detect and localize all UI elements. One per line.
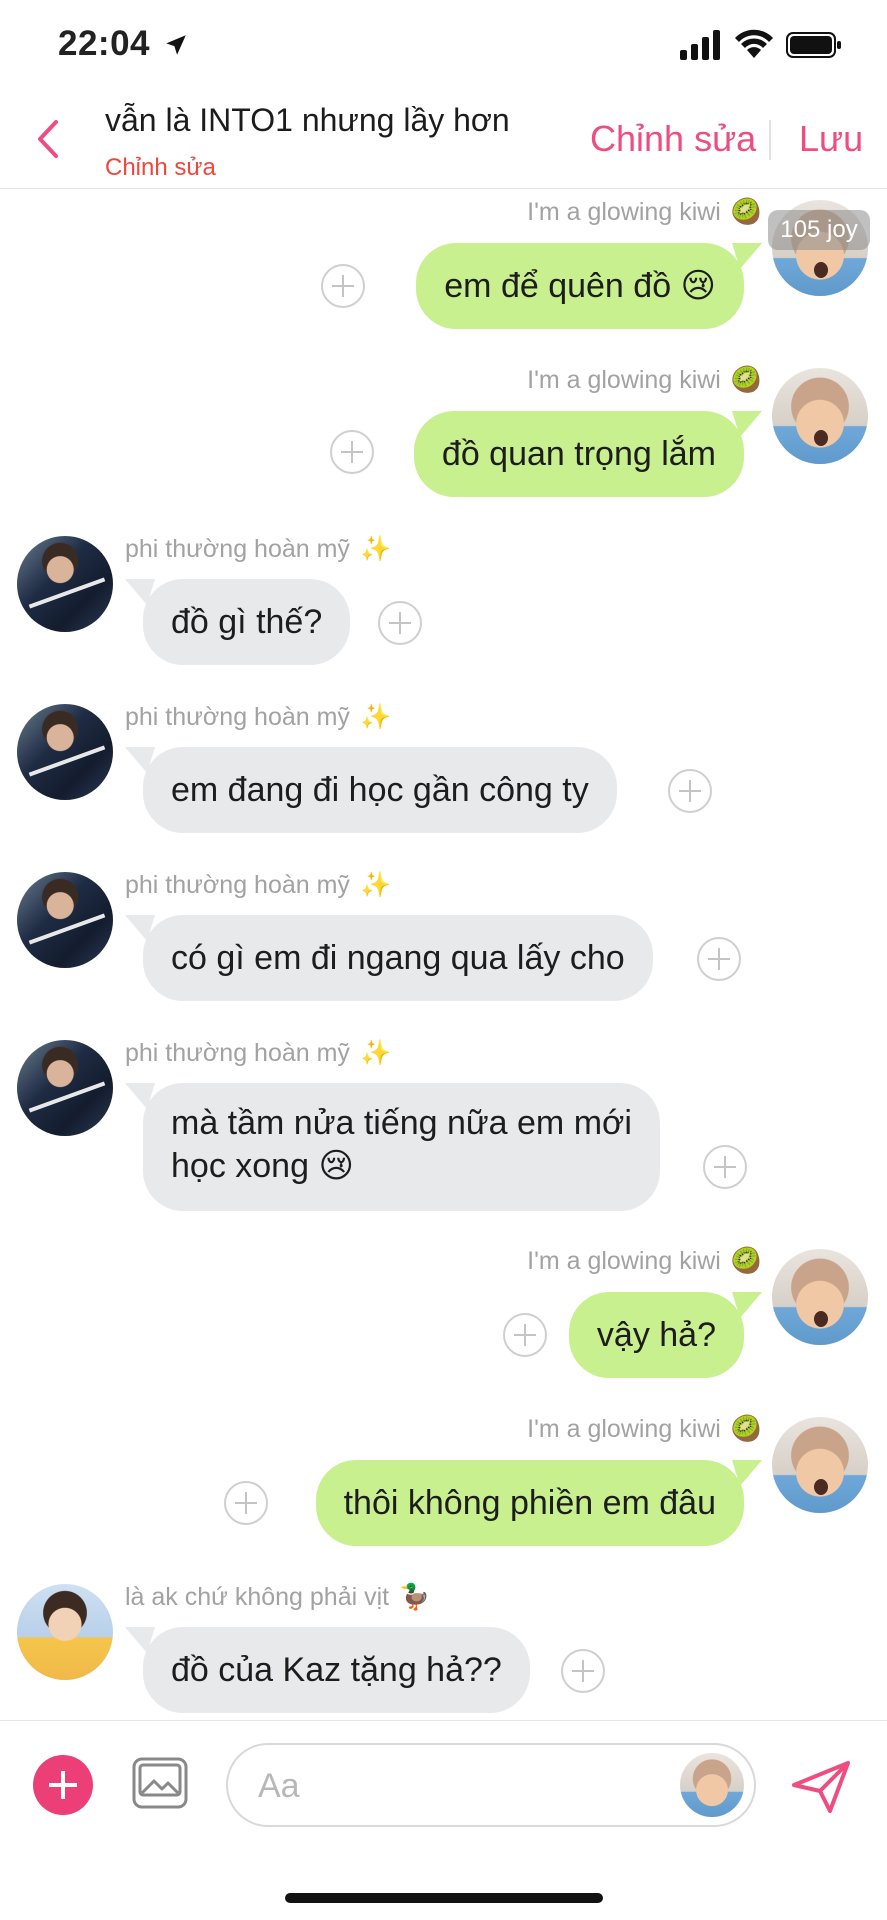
message-bubble[interactable]: mà tầm nửa tiếng nữa em mới học xong 😢 (125, 1083, 660, 1211)
sender-name: phi thường hoàn mỹ ✨ (125, 703, 391, 732)
bubble-tail (732, 243, 762, 269)
add-reaction-button[interactable] (330, 430, 374, 474)
add-reaction-button[interactable] (668, 769, 712, 813)
send-icon[interactable] (790, 1759, 852, 1815)
sender-label: phi thường hoàn mỹ (125, 703, 350, 731)
add-reaction-button[interactable] (697, 937, 741, 981)
sender-name: là ak chứ không phải vịt 🦆 (125, 1583, 430, 1612)
sender-label: phi thường hoàn mỹ (125, 871, 350, 899)
message-bubble[interactable]: thôi không phiền em đâu (315, 1460, 762, 1546)
save-button[interactable]: Lưu (799, 118, 863, 160)
header-divider (769, 120, 771, 160)
bubble-tail (732, 1460, 762, 1486)
sender-label: I'm a glowing kiwi (527, 1415, 721, 1443)
home-indicator (285, 1893, 603, 1903)
sender-avatar-switch[interactable] (680, 1753, 744, 1817)
message-text: đồ của Kaz tặng hả?? (171, 1651, 502, 1689)
edit-button[interactable]: Chỉnh sửa (590, 118, 756, 160)
sparkles-emoji: ✨ (359, 1039, 392, 1067)
avatar-dark-jacket[interactable] (17, 536, 113, 632)
sender-name: I'm a glowing kiwi 🥝 (527, 198, 762, 227)
bubble-tail (125, 579, 155, 605)
chat-header: vẫn là INTO1 nhưng lầy hơn Chỉnh sửa Chỉ… (0, 96, 887, 189)
message-bubble[interactable]: em đang đi học gần công ty (125, 747, 617, 833)
add-attachment-button[interactable] (33, 1755, 93, 1815)
avatar-shaved-head[interactable] (772, 1249, 868, 1345)
add-reaction-button[interactable] (703, 1145, 747, 1189)
sender-name: I'm a glowing kiwi 🥝 (527, 1247, 762, 1276)
avatar-dark-jacket[interactable] (17, 1040, 113, 1136)
message-text-line-1: mà tầm nửa tiếng nữa em mới (171, 1104, 632, 1142)
avatar-shaved-head[interactable] (772, 368, 868, 464)
message-bubble[interactable]: đồ quan trọng lắm (413, 411, 762, 497)
sender-name: phi thường hoàn mỹ ✨ (125, 871, 391, 900)
add-reaction-button[interactable] (378, 601, 422, 645)
add-reaction-button[interactable] (321, 264, 365, 308)
message-text: em đang đi học gần công ty (171, 771, 589, 809)
bubble-tail (732, 411, 762, 437)
chat-subtitle-edit-link[interactable]: Chỉnh sửa (105, 154, 216, 182)
sender-label: I'm a glowing kiwi (527, 1247, 721, 1275)
message-bubble[interactable]: em để quên đồ 😢 (416, 243, 762, 329)
message-composer: Aa (0, 1720, 887, 1841)
sender-name: I'm a glowing kiwi 🥝 (527, 366, 762, 395)
bubble-tail (125, 747, 155, 773)
sender-name: I'm a glowing kiwi 🥝 (527, 1415, 762, 1444)
avatar-dark-jacket[interactable] (17, 704, 113, 800)
chat-title: vẫn là INTO1 nhưng lầy hơn (105, 102, 510, 138)
sender-label: I'm a glowing kiwi (527, 366, 721, 394)
kiwi-emoji: 🥝 (730, 198, 762, 226)
duck-emoji: 🦆 (399, 1583, 431, 1611)
wifi-icon (735, 29, 773, 58)
avatar-dark-jacket[interactable] (17, 872, 113, 968)
add-reaction-button[interactable] (503, 1313, 547, 1357)
status-bar: 22:04 (0, 0, 887, 96)
location-arrow-icon (166, 35, 186, 55)
sender-label: phi thường hoàn mỹ (125, 1039, 350, 1067)
image-gallery-icon[interactable] (132, 1757, 188, 1809)
message-input-placeholder: Aa (258, 1767, 300, 1805)
sender-name: phi thường hoàn mỹ ✨ (125, 535, 391, 564)
message-text: thôi không phiền em đâu (343, 1484, 716, 1522)
kiwi-emoji: 🥝 (730, 1247, 762, 1275)
kiwi-emoji: 🥝 (730, 1415, 762, 1443)
message-bubble[interactable]: đồ của Kaz tặng hả?? (125, 1627, 530, 1713)
avatar-shaved-head[interactable] (772, 1417, 868, 1513)
back-chevron-icon[interactable] (32, 116, 62, 162)
sparkles-emoji: ✨ (359, 871, 392, 899)
bubble-tail (125, 1627, 155, 1653)
cellular-signal-icon (680, 30, 720, 60)
message-text: đồ gì thế? (171, 603, 323, 641)
add-reaction-button[interactable] (224, 1481, 268, 1525)
message-bubble[interactable]: vậy hả? (568, 1292, 762, 1378)
sender-label: phi thường hoàn mỹ (125, 535, 350, 563)
sender-label: là ak chứ không phải vịt (125, 1583, 390, 1611)
message-text: có gì em đi ngang qua lấy cho (171, 939, 625, 977)
battery-icon (786, 32, 841, 58)
message-bubble[interactable]: đồ gì thế? (125, 579, 351, 665)
add-reaction-button[interactable] (561, 1649, 605, 1693)
sparkles-emoji: ✨ (359, 535, 392, 563)
bubble-tail (125, 1083, 155, 1109)
overlay-badge: 105 joy (768, 210, 870, 250)
status-time: 22:04 (58, 24, 151, 63)
message-text: em để quên đồ 😢 (444, 267, 716, 305)
bubble-tail (732, 1292, 762, 1318)
bubble-tail (125, 915, 155, 941)
sender-label: I'm a glowing kiwi (527, 198, 721, 226)
message-text-line-2: học xong 😢 (171, 1147, 354, 1185)
message-text: vậy hả? (596, 1316, 716, 1354)
kiwi-emoji: 🥝 (730, 366, 762, 394)
avatar-boy-yellow[interactable] (17, 1584, 113, 1680)
message-bubble[interactable]: có gì em đi ngang qua lấy cho (125, 915, 653, 1001)
message-text: đồ quan trọng lắm (441, 435, 716, 473)
sparkles-emoji: ✨ (359, 703, 392, 731)
sender-name: phi thường hoàn mỹ ✨ (125, 1039, 391, 1068)
message-input[interactable]: Aa (226, 1743, 756, 1827)
